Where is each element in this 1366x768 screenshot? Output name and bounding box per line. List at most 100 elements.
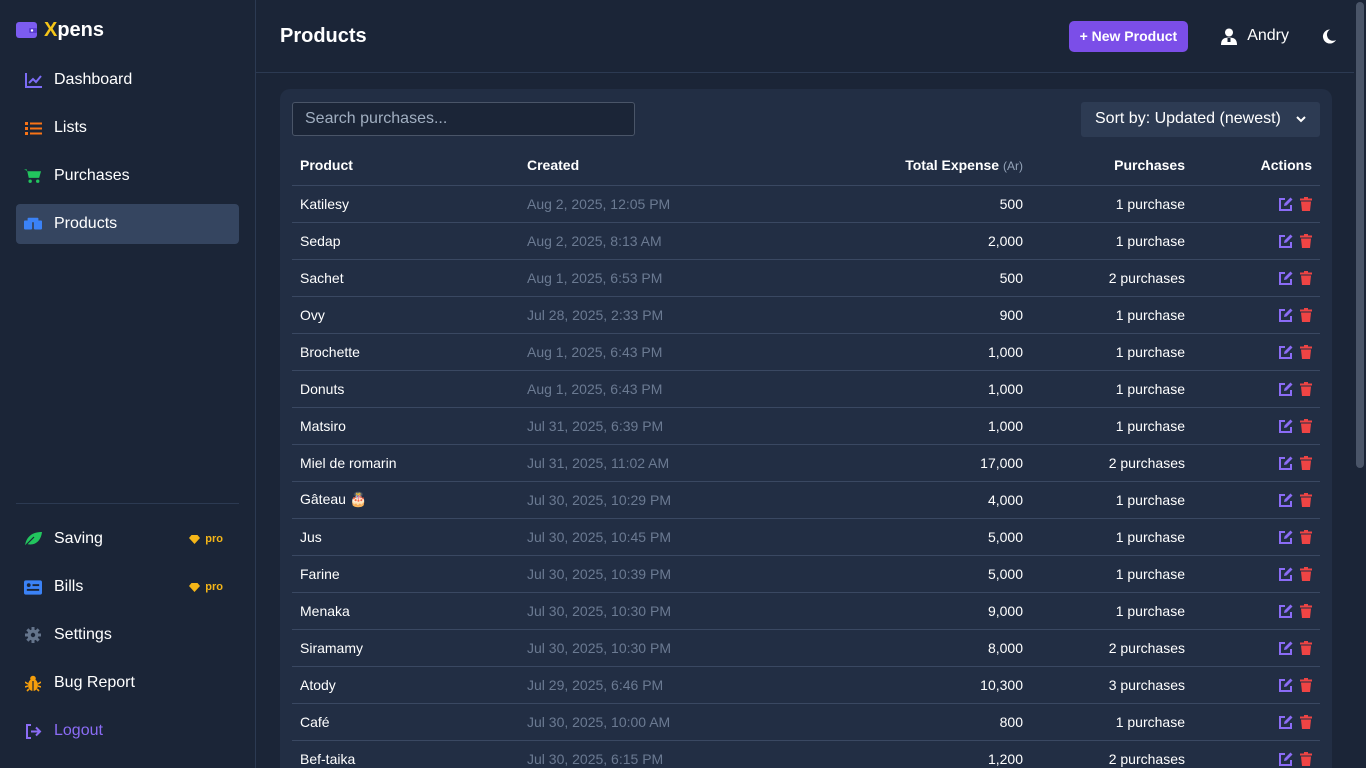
table-row[interactable]: Ovy Jul 28, 2025, 2:33 PM 900 1 purchase bbox=[292, 296, 1320, 334]
theme-toggle[interactable] bbox=[1322, 28, 1336, 44]
table-row[interactable]: Miel de romarin Jul 31, 2025, 11:02 AM 1… bbox=[292, 444, 1320, 482]
cell-total: 9,000 bbox=[759, 592, 1031, 630]
table-row[interactable]: Brochette Aug 1, 2025, 6:43 PM 1,000 1 p… bbox=[292, 333, 1320, 371]
trash-icon[interactable] bbox=[1300, 529, 1312, 544]
sidebar-item-bug-report[interactable]: Bug Report bbox=[16, 663, 239, 703]
sort-select[interactable]: Sort by: Updated (newest) bbox=[1081, 101, 1320, 137]
col-purchases[interactable]: Purchases bbox=[1031, 145, 1193, 186]
trash-icon[interactable] bbox=[1300, 455, 1312, 470]
table-row[interactable]: Bef-taika Jul 30, 2025, 6:15 PM 1,200 2 … bbox=[292, 740, 1320, 768]
trash-icon[interactable] bbox=[1300, 344, 1312, 359]
col-product[interactable]: Product bbox=[292, 145, 519, 186]
table-toolbar: Sort by: Updated (newest) bbox=[292, 101, 1320, 137]
trash-icon[interactable] bbox=[1300, 381, 1312, 396]
table-row[interactable]: Atody Jul 29, 2025, 6:46 PM 10,300 3 pur… bbox=[292, 666, 1320, 704]
edit-icon[interactable] bbox=[1279, 271, 1293, 285]
cell-purchases: 1 purchase bbox=[1031, 703, 1193, 741]
cell-purchases: 2 purchases bbox=[1031, 740, 1193, 768]
edit-icon[interactable] bbox=[1279, 530, 1293, 544]
sidebar-item-logout[interactable]: Logout bbox=[16, 711, 239, 751]
sidebar-item-purchases[interactable]: Purchases bbox=[16, 156, 239, 196]
sidebar-item-settings[interactable]: Settings bbox=[16, 615, 239, 655]
sidebar-item-lists[interactable]: Lists bbox=[16, 108, 239, 148]
brand-logo[interactable]: Xpens bbox=[16, 0, 239, 60]
cell-product: Gâteau 🎂 bbox=[292, 481, 519, 519]
cell-total: 17,000 bbox=[759, 444, 1031, 482]
edit-icon[interactable] bbox=[1279, 752, 1293, 766]
user-menu[interactable]: Andry bbox=[1221, 27, 1289, 45]
new-product-button[interactable]: + New Product bbox=[1068, 20, 1189, 52]
sidebar-item-label: Logout bbox=[54, 722, 103, 739]
trash-icon[interactable] bbox=[1300, 603, 1312, 618]
table-row[interactable]: Farine Jul 30, 2025, 10:39 PM 5,000 1 pu… bbox=[292, 555, 1320, 593]
boxes-icon bbox=[24, 215, 42, 233]
cell-product: Ovy bbox=[292, 296, 519, 334]
edit-icon[interactable] bbox=[1279, 493, 1293, 507]
trash-icon[interactable] bbox=[1300, 492, 1312, 507]
sidebar-item-dashboard[interactable]: Dashboard bbox=[16, 60, 239, 100]
table-row[interactable]: Menaka Jul 30, 2025, 10:30 PM 9,000 1 pu… bbox=[292, 592, 1320, 630]
cell-actions bbox=[1193, 703, 1320, 741]
cell-actions bbox=[1193, 185, 1320, 223]
col-created[interactable]: Created bbox=[519, 145, 759, 186]
table-row[interactable]: Donuts Aug 1, 2025, 6:43 PM 1,000 1 purc… bbox=[292, 370, 1320, 408]
table-row[interactable]: Sachet Aug 1, 2025, 6:53 PM 500 2 purcha… bbox=[292, 259, 1320, 297]
edit-icon[interactable] bbox=[1279, 234, 1293, 248]
sidebar-item-saving[interactable]: Saving pro bbox=[16, 519, 239, 559]
cell-total: 900 bbox=[759, 296, 1031, 334]
edit-icon[interactable] bbox=[1279, 456, 1293, 470]
sidebar-item-bills[interactable]: Bills pro bbox=[16, 567, 239, 607]
table-row[interactable]: Katilesy Aug 2, 2025, 12:05 PM 500 1 pur… bbox=[292, 185, 1320, 223]
sidebar-item-label: Lists bbox=[54, 119, 87, 136]
bug-icon bbox=[24, 674, 42, 692]
table-row[interactable]: Gâteau 🎂 Jul 30, 2025, 10:29 PM 4,000 1 … bbox=[292, 481, 1320, 519]
trash-icon[interactable] bbox=[1300, 233, 1312, 248]
cell-actions bbox=[1193, 444, 1320, 482]
cell-created: Jul 29, 2025, 6:46 PM bbox=[519, 666, 759, 704]
table-row[interactable]: Siramamy Jul 30, 2025, 10:30 PM 8,000 2 … bbox=[292, 629, 1320, 667]
edit-icon[interactable] bbox=[1279, 382, 1293, 396]
trash-icon[interactable] bbox=[1300, 418, 1312, 433]
sidebar-item-label: Bug Report bbox=[54, 674, 135, 691]
search-input[interactable] bbox=[292, 102, 635, 136]
trash-icon[interactable] bbox=[1300, 566, 1312, 581]
cell-product: Miel de romarin bbox=[292, 444, 519, 482]
trash-icon[interactable] bbox=[1300, 270, 1312, 285]
edit-icon[interactable] bbox=[1279, 345, 1293, 359]
cell-total: 5,000 bbox=[759, 518, 1031, 556]
trash-icon[interactable] bbox=[1300, 751, 1312, 766]
cell-actions bbox=[1193, 629, 1320, 667]
cell-total: 500 bbox=[759, 259, 1031, 297]
edit-icon[interactable] bbox=[1279, 197, 1293, 211]
trash-icon[interactable] bbox=[1300, 640, 1312, 655]
scrollbar[interactable] bbox=[1354, 0, 1366, 768]
cell-actions bbox=[1193, 333, 1320, 371]
table-row[interactable]: Sedap Aug 2, 2025, 8:13 AM 2,000 1 purch… bbox=[292, 222, 1320, 260]
edit-icon[interactable] bbox=[1279, 715, 1293, 729]
cell-product: Brochette bbox=[292, 333, 519, 371]
user-icon bbox=[1221, 28, 1238, 45]
scroll-thumb[interactable] bbox=[1356, 2, 1364, 468]
edit-icon[interactable] bbox=[1279, 567, 1293, 581]
cell-actions bbox=[1193, 555, 1320, 593]
cell-created: Jul 30, 2025, 10:45 PM bbox=[519, 518, 759, 556]
sidebar-item-products[interactable]: Products bbox=[16, 204, 239, 244]
cell-created: Jul 31, 2025, 6:39 PM bbox=[519, 407, 759, 445]
table-row[interactable]: Matsiro Jul 31, 2025, 6:39 PM 1,000 1 pu… bbox=[292, 407, 1320, 445]
table-row[interactable]: Café Jul 30, 2025, 10:00 AM 800 1 purcha… bbox=[292, 703, 1320, 741]
products-table: Product Created Total Expense (Ar) Purch… bbox=[292, 145, 1320, 768]
trash-icon[interactable] bbox=[1300, 307, 1312, 322]
edit-icon[interactable] bbox=[1279, 419, 1293, 433]
edit-icon[interactable] bbox=[1279, 678, 1293, 692]
trash-icon[interactable] bbox=[1300, 677, 1312, 692]
trash-icon[interactable] bbox=[1300, 196, 1312, 211]
trash-icon[interactable] bbox=[1300, 714, 1312, 729]
col-total[interactable]: Total Expense (Ar) bbox=[759, 145, 1031, 186]
table-row[interactable]: Jus Jul 30, 2025, 10:45 PM 5,000 1 purch… bbox=[292, 518, 1320, 556]
col-total-label: Total Expense bbox=[905, 156, 1000, 173]
edit-icon[interactable] bbox=[1279, 641, 1293, 655]
logout-icon bbox=[24, 722, 42, 740]
cell-purchases: 1 purchase bbox=[1031, 518, 1193, 556]
edit-icon[interactable] bbox=[1279, 604, 1293, 618]
edit-icon[interactable] bbox=[1279, 308, 1293, 322]
